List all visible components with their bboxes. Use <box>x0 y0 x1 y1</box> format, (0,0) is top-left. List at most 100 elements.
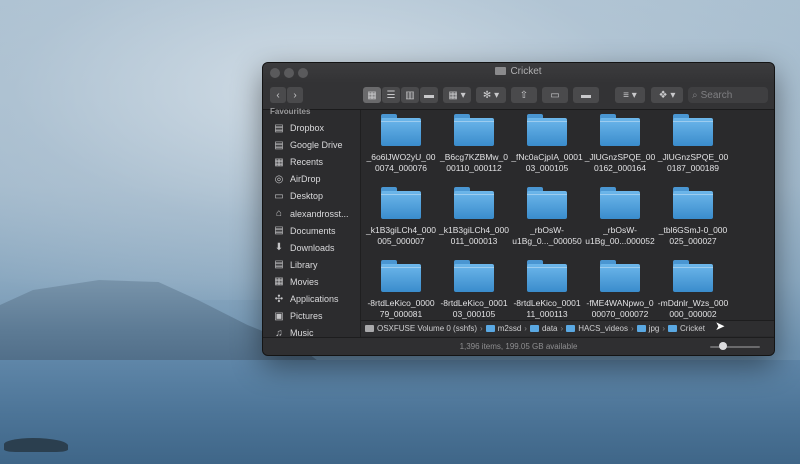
folder-name-line: 005_000007 <box>377 236 425 246</box>
recents-icon: ▦ <box>274 156 284 168</box>
chevron-right-icon: › <box>631 324 634 333</box>
tags-button[interactable]: ▭ <box>542 87 568 103</box>
folder-item[interactable]: _B6cg7KZBMw_0 00110_000112 <box>436 112 512 180</box>
sidebar-item-movies[interactable]: ▦ Movies <box>273 274 318 290</box>
sidebar-item-dropbox[interactable]: ▤ Dropbox <box>273 120 324 136</box>
sidebar-item-pictures[interactable]: ▣ Pictures <box>273 308 322 324</box>
sidebar-item-recents[interactable]: ▦ Recents <box>273 154 323 170</box>
sidebar-item-applications[interactable]: ✣ Applications <box>273 291 339 307</box>
folder-icon <box>668 325 678 332</box>
folder-name: _6o6lJWO2yU_00 0074_000076 <box>361 152 441 174</box>
folder-icon: ▬ <box>581 89 591 101</box>
folder-name: -mDdnlr_Wzs_000 000_000002 <box>653 298 733 320</box>
window-title: Cricket <box>263 66 774 77</box>
folder-name-line: 011_000013 <box>450 236 498 246</box>
list-view-button[interactable]: ☰ <box>382 87 400 103</box>
path-segment[interactable]: data <box>529 324 558 333</box>
airdrop-icon: ◎ <box>274 173 284 185</box>
folder-name: _rbOsW-u1Bg_00...000052 <box>580 225 660 247</box>
folder-icon <box>527 260 567 292</box>
folder-icon <box>600 187 640 219</box>
folder-icon <box>673 187 713 219</box>
folder-item[interactable]: _k1B3giLCh4_000 005_000007 <box>363 185 439 253</box>
search-input[interactable]: ⌕ Search <box>688 87 768 103</box>
sidebar-item-library[interactable]: ▤ Library <box>273 257 318 273</box>
sort-button[interactable]: ≡ ▾ <box>615 87 645 103</box>
desktop-icon: ▭ <box>274 190 284 202</box>
tag-icon: ▭ <box>550 89 560 101</box>
sidebar-item-label: Dropbox <box>290 123 325 133</box>
back-button[interactable]: ‹ <box>270 87 286 103</box>
share-button[interactable]: ⇧ <box>511 87 537 103</box>
sidebar-item-documents[interactable]: ▤ Documents <box>273 223 336 239</box>
folder-item[interactable]: _k1B3giLCh4_000 011_000013 <box>436 185 512 253</box>
folder-item[interactable]: _fNc0aCjpIA_0001 03_000105 <box>509 112 585 180</box>
sidebar-item-label: Recents <box>290 157 324 168</box>
path-segment[interactable]: Cricket <box>668 324 705 333</box>
sidebar-item-label: Library <box>290 259 318 270</box>
sidebar-item-airdrop[interactable]: ◎ AirDrop <box>273 171 321 187</box>
chevron-right-icon: › <box>480 324 483 333</box>
folder-item[interactable]: -8rtdLeKico_0001 03_000105 <box>436 258 512 326</box>
gallery-view-button[interactable]: ▬ <box>420 87 438 103</box>
folder-name: _JlUGnzSPQE_00 0187_000189 <box>653 152 733 174</box>
search-icon: ⌕ <box>692 89 698 101</box>
chevron-right-icon: › <box>560 324 564 333</box>
icon-size-slider-knob[interactable] <box>719 342 727 350</box>
folder-item[interactable]: _tbl6GSmJ-0_000 025_000027 <box>655 185 731 253</box>
folder-name-line: 0074_000076 <box>374 163 427 173</box>
action-button[interactable]: ✻ ▾ <box>476 87 506 103</box>
folder-name-line: _k1B3giLCh4_000 <box>366 225 436 235</box>
title-bar[interactable]: Cricket <box>263 63 774 83</box>
sidebar-item-alexandrosst[interactable]: ⌂ alexandrosst... <box>273 206 349 222</box>
wallpaper-sea <box>0 360 800 464</box>
group-button[interactable]: ▦ ▾ <box>443 87 471 103</box>
folder-name-line: 79_000081 <box>379 309 423 319</box>
folder-item[interactable]: -8rtdLeKico_0001 11_000113 <box>509 258 585 326</box>
path-segment[interactable]: HACS_videos <box>566 324 628 333</box>
folder-name: _tbl6GSmJ-0_000 025_000027 <box>653 225 733 247</box>
icon-view-button[interactable]: ▦ <box>363 87 381 103</box>
sidebar-item-label: AirDrop <box>290 174 321 185</box>
sidebar-item-desktop[interactable]: ▭ Desktop <box>273 188 323 204</box>
column-view-button[interactable]: ▥ <box>401 87 419 103</box>
folder-icon <box>527 114 567 146</box>
folder-item[interactable]: _rbOsW-u1Bg_00...000052 <box>582 185 658 253</box>
new-folder-button[interactable]: ▬ <box>573 87 599 103</box>
sidebar-item-downloads[interactable]: ⬇ Downloads <box>273 240 335 256</box>
folder-item[interactable]: _rbOsW-u1Bg_0..._000050 <box>509 185 585 253</box>
forward-button[interactable]: › <box>287 87 303 103</box>
list-icon: ☰ <box>386 89 396 101</box>
folder-item[interactable]: -8rtdLeKico_0000 79_000081 <box>363 258 439 326</box>
share-icon: ⇧ <box>519 89 529 101</box>
folder-name: _k1B3giLCh4_000 005_000007 <box>361 225 441 247</box>
folder-item[interactable]: _JlUGnzSPQE_00 0162_000164 <box>582 112 658 180</box>
folder-name-line: -8rtdLeKico_0001 <box>440 298 508 308</box>
folder-name-line: _B6cg7KZBMw_0 <box>439 152 509 162</box>
sidebar-item-label: Downloads <box>290 242 335 253</box>
folder-item[interactable]: _JlUGnzSPQE_00 0187_000189 <box>655 112 731 180</box>
dropbox-icon: ❖ ▾ <box>658 89 676 101</box>
dropbox-menu-button[interactable]: ❖ ▾ <box>651 87 683 103</box>
folder-icon <box>381 260 421 292</box>
folder-item[interactable]: _6o6lJWO2yU_00 0074_000076 <box>363 112 439 180</box>
icon-size-slider[interactable] <box>710 346 760 348</box>
path-segment[interactable]: m2ssd <box>485 324 521 333</box>
folder-name: _k1B3giLCh4_000 011_000013 <box>434 225 514 247</box>
folder-name: _B6cg7KZBMw_0 00110_000112 <box>434 152 514 174</box>
folder-name: -8rtdLeKico_0001 11_000113 <box>507 298 587 320</box>
folder-icon <box>636 325 646 332</box>
folder-item[interactable]: -fME4WANpwo_0 00070_000072 <box>582 258 658 326</box>
folder-name-line: 025_000027 <box>669 236 717 246</box>
path-segment[interactable]: jpg <box>636 324 659 333</box>
sidebar-item-google-drive[interactable]: ▤ Google Drive <box>273 137 342 153</box>
sidebar-item-label: alexandrosst... <box>290 208 349 219</box>
path-segment[interactable]: OSXFUSE Volume 0 (sshfs) <box>365 324 477 333</box>
folder-name-line: 0187_000189 <box>666 163 719 173</box>
folder-name-line: 0162_000164 <box>593 163 646 173</box>
folder-item[interactable]: -mDdnlr_Wzs_000 000_000002 <box>655 258 731 326</box>
folder-name-line: 03_000105 <box>525 163 569 173</box>
sidebar-item-label: Documents <box>290 225 336 236</box>
status-text: 1,396 items, 199.05 GB available <box>459 342 578 351</box>
folder-name-line: u1Bg_00...000052 <box>585 236 655 246</box>
